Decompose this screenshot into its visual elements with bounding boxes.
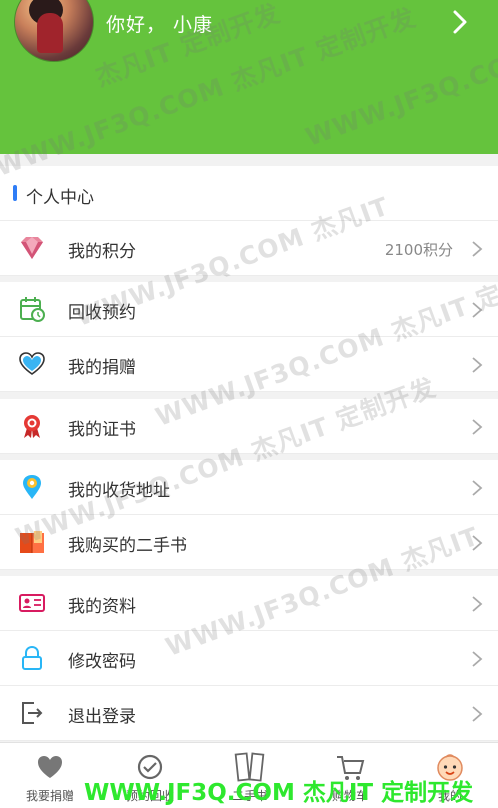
menu-item-label: 我的捐赠 [68, 358, 136, 378]
menu-item-label: 我购买的二手书 [68, 536, 187, 556]
chevron-right-icon [472, 706, 483, 722]
chevron-right-icon [472, 419, 483, 435]
lock-icon [22, 645, 42, 670]
chevron-right-icon [472, 357, 483, 373]
id-card-icon [19, 594, 45, 612]
menu-item-label: 退出登录 [68, 707, 136, 727]
chevron-right-icon [472, 596, 483, 612]
chevron-right-icon [472, 535, 483, 551]
menu-item-purchased-books[interactable]: 我购买的二手书 [0, 515, 498, 570]
chevron-right-icon [472, 480, 483, 496]
open-book-icon [20, 531, 44, 553]
chevron-right-icon [472, 651, 483, 667]
menu-item-label: 我的证书 [68, 420, 136, 440]
menu-item-shipping-address[interactable]: 我的收货地址 [0, 460, 498, 515]
menu-item-label: 修改密码 [68, 652, 136, 672]
menu-item-donations[interactable]: 我的捐赠 [0, 337, 498, 392]
menu-item-recycle-booking[interactable]: 回收预约 [0, 282, 498, 337]
menu-item-change-password[interactable]: 修改密码 [0, 631, 498, 686]
section-accent-bar [13, 185, 17, 201]
chevron-right-icon[interactable] [448, 8, 472, 36]
logout-icon [22, 702, 43, 724]
menu-item-label: 我的资料 [68, 597, 136, 617]
menu-item-certificates[interactable]: 我的证书 [0, 399, 498, 454]
footer-watermark: WWW.JF3Q.COM 杰凡IT 定制开发 [84, 780, 474, 806]
menu-item-logout[interactable]: 退出登录 [0, 686, 498, 741]
menu-item-profile[interactable]: 我的资料 [0, 576, 498, 631]
diamond-icon [21, 237, 43, 259]
award-ribbon-icon [24, 415, 40, 438]
profile-header[interactable]: 你好， 小康 [0, 0, 498, 154]
menu-item-label: 我的收货地址 [68, 481, 170, 501]
greeting-text: 你好， 小康 [106, 14, 214, 36]
chevron-right-icon [472, 241, 483, 257]
user-avatar[interactable] [14, 0, 94, 62]
heart-tab-icon [38, 756, 62, 778]
menu-item-label: 我的积分 [68, 242, 136, 262]
menu-item-label: 回收预约 [68, 303, 136, 323]
chevron-right-icon [472, 302, 483, 318]
calendar-clock-icon [20, 297, 45, 322]
section-title: 个人中心 [26, 188, 94, 208]
points-value: 2100积分 [384, 241, 453, 259]
location-pin-icon [23, 475, 41, 499]
menu-item-points[interactable]: 我的积分 2100积分 [0, 221, 498, 276]
avatar-figure [37, 13, 63, 53]
section-header: 个人中心 [0, 166, 498, 221]
heart-icon [19, 352, 45, 375]
